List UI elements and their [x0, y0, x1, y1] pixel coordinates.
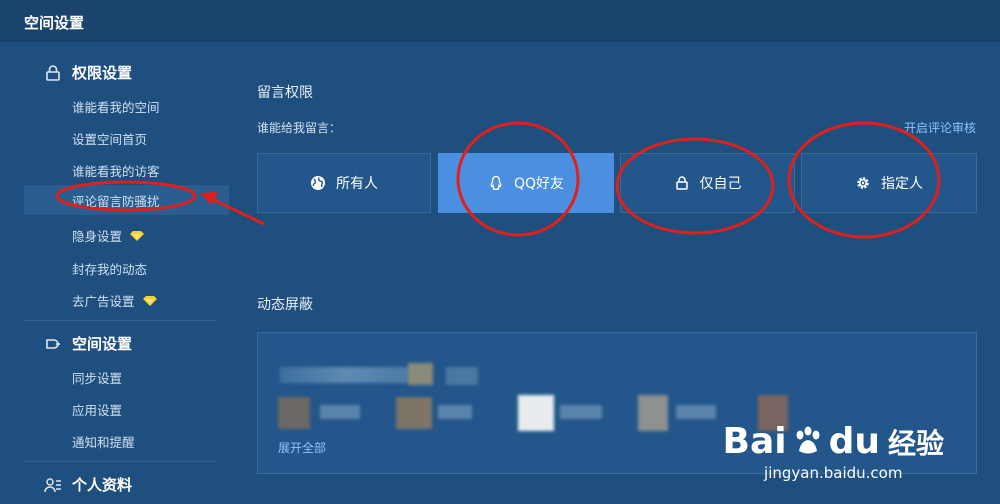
sidebar-item-label: 谁能看我的空间: [72, 100, 160, 115]
blurred-avatar: [638, 395, 668, 431]
feed-block-heading: 动态屏蔽: [257, 297, 313, 313]
sidebar-item-comment-anti-harassment[interactable]: 评论留言防骚扰: [24, 185, 229, 215]
sidebar-item-label: 同步设置: [72, 371, 123, 386]
blurred-avatar: [518, 395, 554, 431]
sidebar-item-label: 通知和提醒: [72, 435, 135, 450]
message-permission-question: 谁能给我留言：: [257, 121, 342, 135]
globe-icon: [311, 176, 325, 190]
sidebar-item-invisible-settings[interactable]: 隐身设置: [72, 226, 145, 245]
blurred-text: [560, 405, 602, 419]
sidebar-item-label: 封存我的动态: [72, 262, 148, 277]
qq-penguin-icon: [490, 175, 502, 191]
sidebar-section-permissions[interactable]: 权限设置: [44, 62, 132, 83]
sidebar-section-space-settings[interactable]: 空间设置: [44, 333, 132, 354]
diamond-icon: [130, 230, 145, 241]
lock-icon: [46, 64, 60, 81]
option-label: 所有人: [336, 176, 378, 192]
sidebar-divider: [24, 461, 216, 462]
sidebar-item-label: 去广告设置: [72, 294, 135, 309]
option-specified-people[interactable]: 指定人: [801, 153, 977, 213]
sidebar-item-who-can-view-visitors[interactable]: 谁能看我的访客: [72, 161, 160, 180]
profile-icon: [44, 477, 61, 492]
blurred-text: [320, 405, 360, 419]
blurred-text: [280, 367, 410, 383]
sidebar-item-notifications[interactable]: 通知和提醒: [72, 432, 135, 451]
gear-icon: [857, 177, 869, 189]
sidebar-divider: [24, 320, 216, 321]
sidebar-item-app-settings[interactable]: 应用设置: [72, 400, 122, 419]
option-label: 指定人: [881, 176, 923, 192]
page-title: 空间设置: [24, 14, 85, 32]
blurred-avatar: [408, 363, 433, 385]
sidebar-item-label: 设置空间首页: [72, 132, 148, 147]
sidebar-item-who-can-view-space[interactable]: 谁能看我的空间: [72, 97, 160, 116]
watermark-url: jingyan.baidu.com: [764, 464, 903, 482]
lock-icon: [675, 176, 688, 190]
space-icon: [46, 338, 60, 349]
blurred-avatar: [396, 397, 432, 429]
message-permission-heading: 留言权限: [257, 85, 313, 101]
blurred-avatar: [278, 397, 310, 429]
option-label: QQ好友: [513, 176, 565, 192]
blurred-text: [438, 405, 472, 419]
sidebar-item-set-homepage[interactable]: 设置空间首页: [72, 129, 147, 148]
blurred-text: [446, 367, 478, 385]
baidu-jingyan-watermark: Bai du 经验 jingyan.baidu.com: [723, 421, 945, 482]
watermark-product: 经验: [887, 426, 944, 460]
section-title: 空间设置: [72, 335, 133, 353]
enable-comment-review-link[interactable]: 开启评论审核: [904, 119, 976, 136]
watermark-brand: du: [828, 421, 880, 462]
title-bar: 空间设置: [0, 0, 1000, 42]
sidebar-item-label: 应用设置: [72, 403, 123, 418]
sidebar-item-sync-settings[interactable]: 同步设置: [72, 368, 122, 387]
permission-options: 所有人 QQ好友 仅自己 指定人: [257, 153, 977, 213]
option-everyone[interactable]: 所有人: [257, 153, 431, 213]
watermark-brand: Bai: [722, 421, 787, 462]
option-only-me[interactable]: 仅自己: [620, 153, 795, 213]
option-label: 仅自己: [699, 176, 742, 192]
sidebar: 权限设置 谁能看我的空间 设置空间首页 谁能看我的访客 评论留言防骚扰 隐身设置…: [0, 42, 230, 504]
sidebar-section-profile[interactable]: 个人资料: [44, 474, 132, 495]
sidebar-item-ad-removal[interactable]: 去广告设置: [72, 291, 157, 310]
sidebar-item-label: 隐身设置: [72, 229, 123, 244]
section-title: 权限设置: [72, 64, 133, 82]
expand-all-link[interactable]: 展开全部: [278, 439, 326, 456]
sidebar-item-label: 谁能看我的访客: [72, 164, 160, 179]
section-title: 个人资料: [72, 476, 133, 494]
sidebar-item-archive-feed[interactable]: 封存我的动态: [72, 259, 147, 278]
option-qq-friends[interactable]: QQ好友: [438, 153, 614, 213]
paw-icon: [796, 426, 820, 453]
blurred-text: [676, 405, 716, 419]
sidebar-item-label: 评论留言防骚扰: [72, 193, 160, 209]
diamond-icon: [142, 295, 157, 306]
